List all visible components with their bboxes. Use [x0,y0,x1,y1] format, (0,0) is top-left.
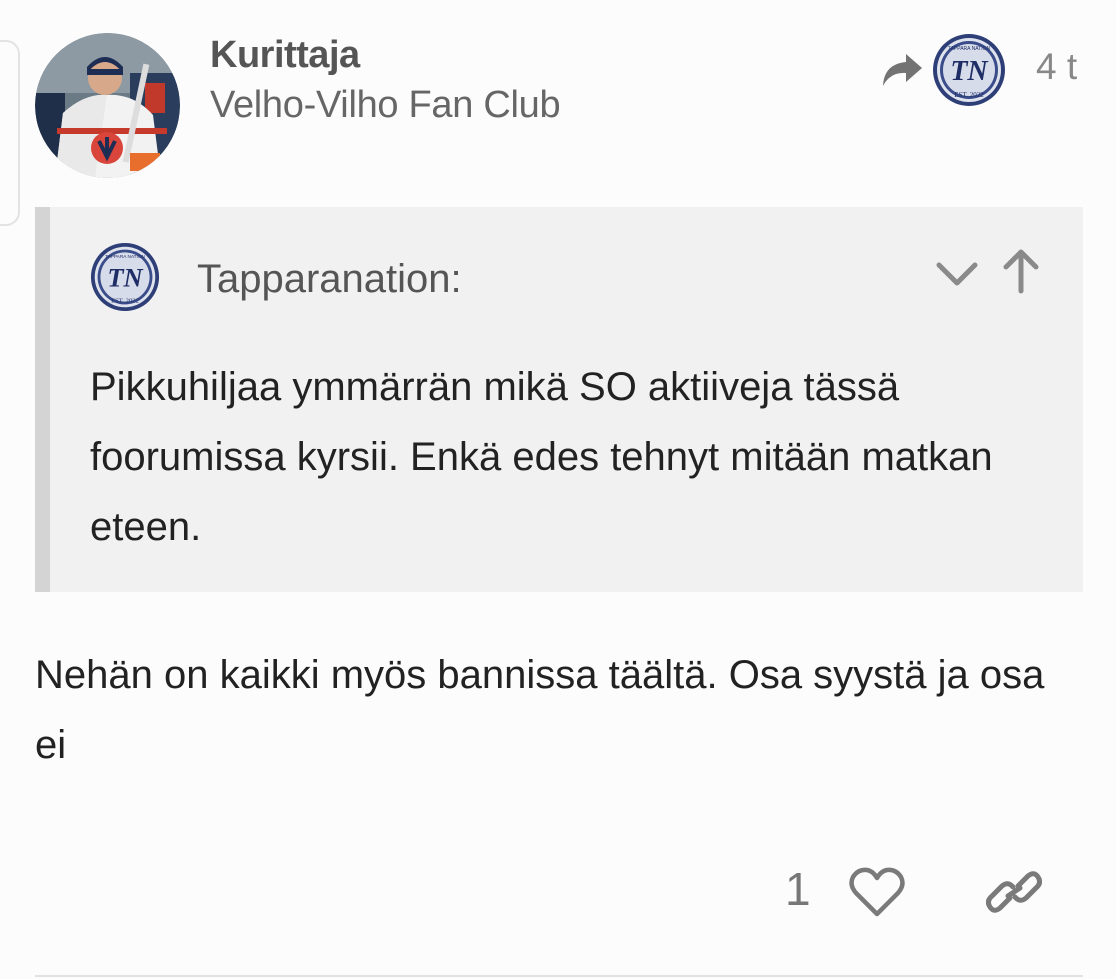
link-icon[interactable] [985,866,1043,918]
chevron-down-icon[interactable] [935,257,979,289]
reply-to-avatar[interactable]: TN EST. 2022 TAPPARA NATION [932,33,1006,107]
author-name[interactable]: Kurittaja [210,34,360,77]
like-count[interactable]: 1 [785,862,811,916]
logo-banner: TAPPARA NATION [105,254,145,260]
quote-author-name[interactable]: Tapparanation: [197,257,462,302]
logo-banner: TAPPARA NATION [948,46,991,52]
forum-post-page: Kurittaja Velho-Vilho Fan Club TN EST. 2… [0,0,1116,979]
heart-icon[interactable] [848,866,906,918]
quote-author-avatar[interactable]: TN EST. 2022 TAPPARA NATION [90,242,160,312]
side-drawer-handle[interactable] [0,40,20,226]
arrow-up-icon[interactable] [1001,247,1041,295]
author-avatar[interactable] [35,33,180,178]
logo-est: EST. 2022 [111,298,139,305]
post-body: Nehän on kaikki myös bannissa täältä. Os… [35,653,1045,767]
post-divider [35,975,1083,977]
share-reply-icon[interactable] [880,50,924,90]
quote-bar [35,207,50,592]
logo-initials: TN [950,56,989,87]
quote-block: TN EST. 2022 TAPPARA NATION Tapparanatio… [35,207,1083,592]
logo-initials: TN [107,262,143,292]
post-date[interactable]: 4 t [1036,46,1077,88]
quote-text: Pikkuhiljaa ymmärrän mikä SO aktiiveja t… [90,365,993,549]
logo-est: EST. 2022 [954,91,984,99]
author-title: Velho-Vilho Fan Club [210,84,561,126]
